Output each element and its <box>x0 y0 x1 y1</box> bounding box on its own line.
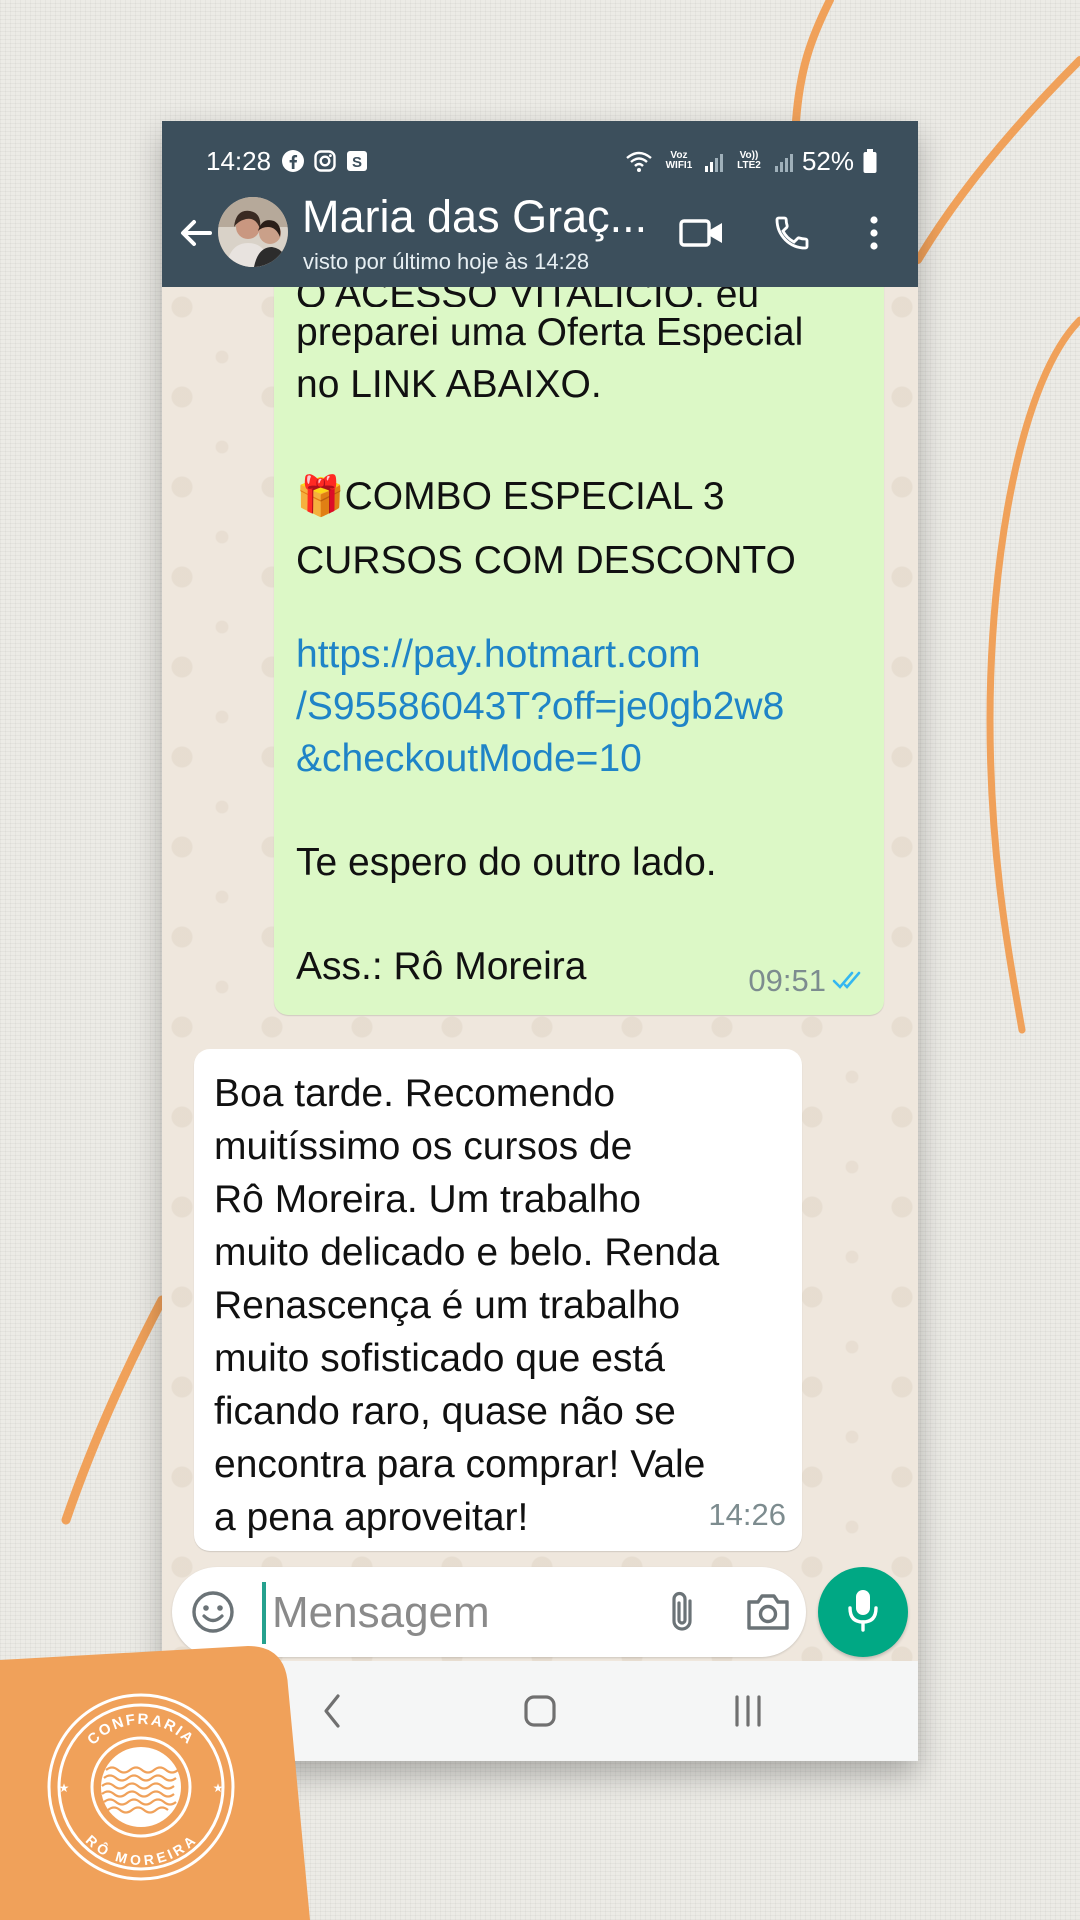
message-line: CURSOS COM DESCONTO <box>296 539 796 582</box>
status-time: 14:28 <box>206 145 272 176</box>
wifi-calling-label: Voz WIFI1 <box>665 150 693 171</box>
facebook-icon <box>281 149 305 173</box>
contact-avatar[interactable] <box>218 197 288 267</box>
nav-home-icon[interactable] <box>520 1691 560 1731</box>
message-meta: 09:51 <box>748 955 866 1007</box>
incoming-message[interactable]: Boa tarde. Recomendo muitíssimo os curso… <box>194 1049 802 1551</box>
message-line-clipped: O ACESSO VITALÍCIO, eu <box>296 287 862 307</box>
svg-text:★: ★ <box>213 1781 224 1795</box>
voice-message-button[interactable] <box>818 1567 908 1657</box>
instagram-icon <box>313 149 337 173</box>
message-line: Te espero do outro lado. <box>296 841 717 884</box>
app-s-icon: S <box>345 149 369 173</box>
gift-emoji-icon: 🎁 <box>296 475 345 518</box>
message-line: a pena aproveitar! <box>214 1496 529 1539</box>
attach-paperclip-icon[interactable] <box>660 1587 706 1637</box>
battery-icon <box>862 148 878 174</box>
chat-header: Maria das Graç... visto por último hoje … <box>162 187 918 283</box>
wifi-icon <box>624 149 654 173</box>
message-line: 🎁COMBO ESPECIAL 3 <box>296 471 862 523</box>
message-line: encontra para comprar! Vale <box>214 1443 706 1486</box>
message-line: muitíssimo os cursos de <box>214 1125 633 1168</box>
svg-text:★: ★ <box>59 1781 70 1795</box>
message-line: no LINK ABAIXO. <box>296 363 602 406</box>
checkout-link[interactable]: /S95586043T?off=je0gb2w8 <box>296 681 862 733</box>
video-call-icon[interactable] <box>674 209 730 257</box>
lte-label: Vo)) LTE2 <box>737 150 761 171</box>
signal-icon-1 <box>704 149 724 173</box>
message-line: Rô Moreira. Um trabalho <box>214 1178 641 1221</box>
message-input[interactable] <box>262 1582 644 1644</box>
nav-back-icon[interactable] <box>312 1691 352 1731</box>
message-line: preparei uma Oferta Especial <box>296 311 804 354</box>
message-time: 09:51 <box>748 963 826 998</box>
app-header: 14:28 S Voz WIFI1 Vo)) LTE2 52% Maria da… <box>162 121 918 287</box>
signal-icon-2 <box>774 149 794 173</box>
microphone-icon <box>845 1587 881 1638</box>
message-line: muito delicado e belo. Renda <box>214 1231 720 1274</box>
message-line: Boa tarde. Recomendo <box>214 1072 616 1115</box>
chat-area[interactable]: O ACESSO VITALÍCIO, eu preparei uma Ofer… <box>162 287 918 1661</box>
message-line: ficando raro, quase não se <box>214 1390 676 1433</box>
status-bar: 14:28 S Voz WIFI1 Vo)) LTE2 52% <box>206 141 878 181</box>
nav-recents-icon[interactable] <box>728 1691 768 1731</box>
camera-icon[interactable] <box>744 1591 792 1633</box>
message-time: 14:26 <box>708 1497 786 1532</box>
outgoing-message[interactable]: O ACESSO VITALÍCIO, eu preparei uma Ofer… <box>274 287 884 1015</box>
more-options-icon[interactable] <box>862 209 886 257</box>
combo-title: COMBO ESPECIAL 3 <box>344 475 725 518</box>
last-seen-status: visto por último hoje às 14:28 <box>303 249 590 274</box>
contact-name[interactable]: Maria das Graç... <box>302 191 647 243</box>
emoji-icon[interactable] <box>190 1589 236 1635</box>
back-arrow-icon[interactable] <box>174 211 218 255</box>
message-composer <box>172 1567 806 1657</box>
voice-call-icon[interactable] <box>766 209 818 257</box>
phone-screenshot: 14:28 S Voz WIFI1 Vo)) LTE2 52% Maria da… <box>162 121 918 1761</box>
message-line: muito sofisticado que está <box>214 1337 665 1380</box>
confraria-logo: CONFRARIA RÔ MOREIRA ★ ★ <box>47 1693 235 1881</box>
battery-percent: 52% <box>801 145 854 176</box>
read-receipt-icon <box>832 955 866 1007</box>
message-line: Renascença é um trabalho <box>214 1284 681 1327</box>
checkout-link[interactable]: &checkoutMode=10 <box>296 733 862 785</box>
checkout-link[interactable]: https://pay.hotmart.com <box>296 629 862 681</box>
svg-text:S: S <box>352 154 362 171</box>
